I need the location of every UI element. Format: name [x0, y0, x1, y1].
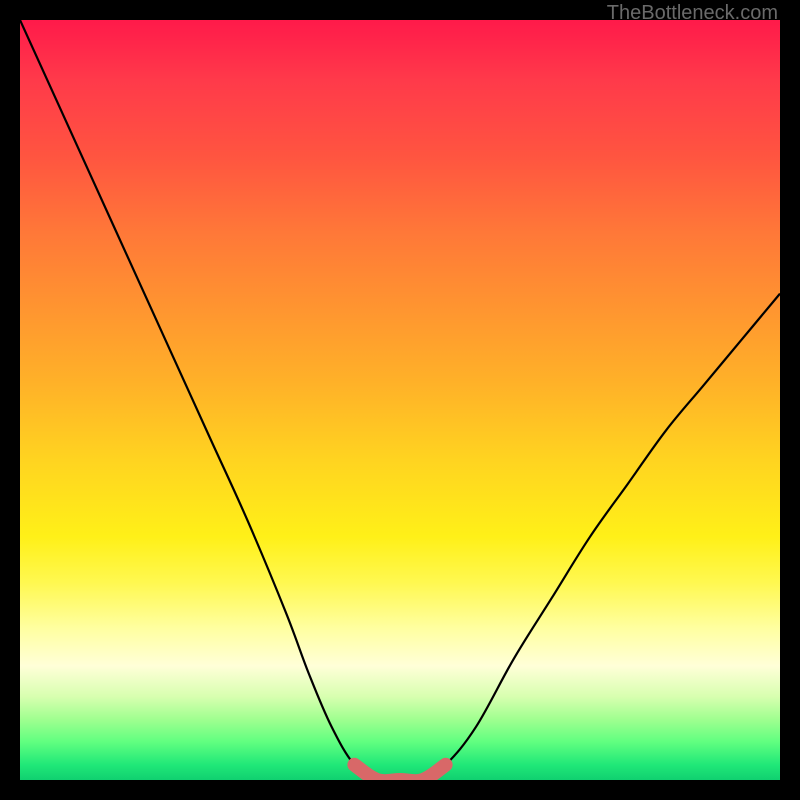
optimum-highlight	[354, 765, 445, 780]
bottleneck-curve	[20, 20, 780, 780]
chart-container: TheBottleneck.com	[0, 0, 800, 800]
curve-layer	[20, 20, 780, 780]
watermark-text: TheBottleneck.com	[607, 2, 778, 25]
